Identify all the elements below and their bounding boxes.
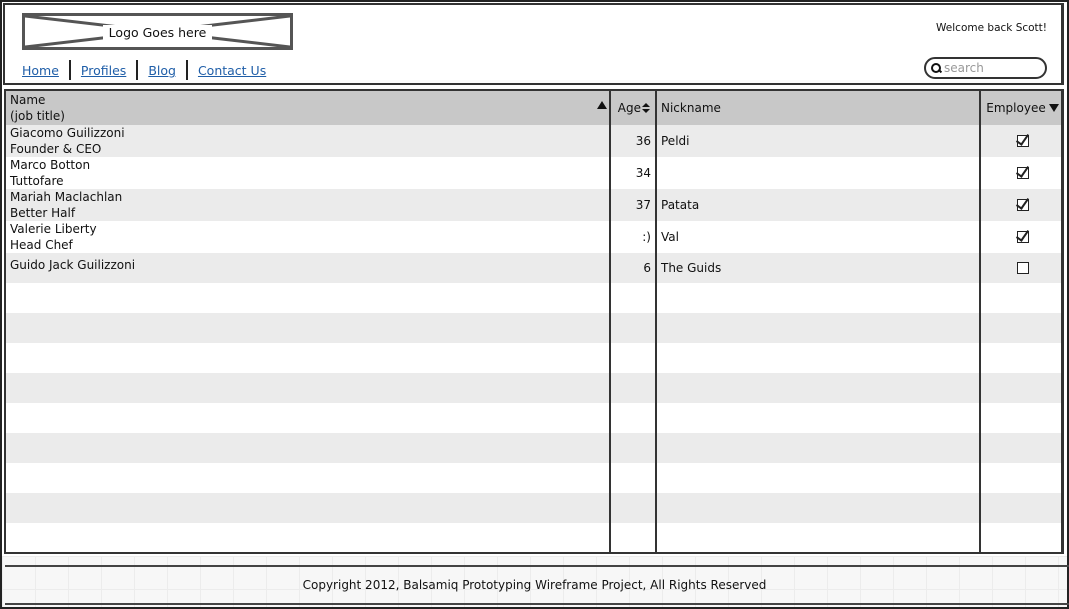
column-header-age-label: Age	[617, 101, 641, 115]
employee-checkbox-checked[interactable]	[1016, 199, 1029, 211]
cell-nickname: The Guids	[661, 261, 722, 275]
cell-age: :)	[642, 230, 651, 244]
cell-nickname: Val	[661, 230, 679, 244]
cell-name: Guido Jack Guilizzoni	[6, 253, 609, 283]
sort-toggle-icon[interactable]	[642, 103, 651, 113]
cell-age: 34	[635, 166, 651, 180]
employee-checkbox-unchecked[interactable]	[1016, 262, 1029, 274]
cell-name: Valerie Liberty Head Chef	[6, 221, 609, 253]
job-title: Tuttofare	[10, 174, 64, 188]
nav-separator	[185, 60, 188, 80]
table-row[interactable]: Guido Jack Guilizzoni 6 The Guids	[6, 253, 1061, 283]
person-name: Valerie Liberty	[10, 222, 97, 236]
cell-age: 36	[635, 134, 651, 148]
column-divider[interactable]	[655, 91, 657, 552]
cell-nickname	[657, 157, 979, 189]
table-row-empty	[6, 403, 1061, 433]
table-row-empty	[6, 373, 1061, 403]
nav-separator	[136, 60, 139, 80]
person-name: Mariah Maclachlan	[10, 190, 123, 204]
employee-checkbox-checked[interactable]	[1016, 231, 1029, 243]
dropdown-arrow-icon[interactable]	[1048, 104, 1059, 112]
person-name: Giacomo Guilizzoni	[10, 126, 125, 140]
search-box[interactable]	[924, 57, 1047, 79]
employee-checkbox-checked[interactable]	[1016, 167, 1029, 179]
nav-link-blog[interactable]: Blog	[148, 63, 182, 78]
page-header: Logo Goes here Home Profiles Blog Contac…	[3, 3, 1064, 85]
footer-top-rule	[5, 565, 1069, 567]
table-row-empty	[6, 313, 1061, 343]
cell-name: Mariah Maclachlan Better Half	[6, 189, 609, 221]
employee-checkbox-checked[interactable]	[1016, 135, 1029, 147]
sort-ascending-icon[interactable]	[597, 101, 607, 109]
table-row-empty	[6, 493, 1061, 523]
person-name: Marco Botton	[10, 158, 91, 172]
column-header-employee[interactable]: Employee	[981, 91, 1061, 125]
cell-nickname: Patata	[661, 198, 700, 212]
table-row-empty	[6, 343, 1061, 373]
job-title: Better Half	[10, 206, 76, 220]
cell-employee	[981, 253, 1061, 283]
cell-employee	[981, 189, 1061, 221]
column-header-employee-label: Employee	[986, 101, 1046, 115]
job-title: Founder & CEO	[10, 142, 102, 156]
nav-link-home[interactable]: Home	[22, 63, 65, 78]
column-header-age[interactable]: Age	[611, 91, 655, 125]
job-title: Head Chef	[10, 238, 73, 252]
column-header-name[interactable]: Name (job title)	[6, 91, 609, 125]
table-row-empty	[6, 283, 1061, 313]
table-header-row: Name (job title) Age Nickname Employee	[6, 91, 1061, 125]
logo-placeholder: Logo Goes here	[22, 13, 293, 50]
cell-employee	[981, 221, 1061, 253]
people-table: Name (job title) Age Nickname Employee G…	[4, 89, 1064, 554]
column-divider[interactable]	[979, 91, 981, 552]
nav-link-contact-us[interactable]: Contact Us	[198, 63, 272, 78]
table-row-empty	[6, 433, 1061, 463]
logo-text: Logo Goes here	[102, 25, 213, 40]
table-row-empty	[6, 463, 1061, 493]
search-icon	[930, 62, 942, 74]
table-row[interactable]: Marco Botton Tuttofare 34	[6, 157, 1061, 189]
cell-name: Marco Botton Tuttofare	[6, 157, 609, 189]
person-name: Guido Jack Guilizzoni	[10, 258, 136, 272]
table-row[interactable]: Mariah Maclachlan Better Half 37 Patata	[6, 189, 1061, 221]
column-header-name-label: Name	[10, 93, 46, 107]
cell-nickname: Peldi	[661, 134, 690, 148]
search-input[interactable]	[944, 61, 1034, 75]
cell-employee	[981, 125, 1061, 157]
nav-link-profiles[interactable]: Profiles	[81, 63, 132, 78]
column-divider[interactable]	[609, 91, 611, 552]
column-header-job-title-label: (job title)	[10, 109, 65, 123]
table-row[interactable]: Giacomo Guilizzoni Founder & CEO 36 Peldi	[6, 125, 1061, 157]
cell-age: 37	[635, 198, 651, 212]
main-nav: Home Profiles Blog Contact Us	[22, 59, 272, 81]
table-row[interactable]: Valerie Liberty Head Chef:) Val	[6, 221, 1061, 253]
cell-name: Giacomo Guilizzoni Founder & CEO	[6, 125, 609, 157]
footer-bottom-rule	[5, 603, 1069, 605]
table-row-empty	[6, 523, 1061, 552]
column-header-nickname-label: Nickname	[661, 101, 721, 115]
cell-age: 6	[643, 261, 651, 275]
column-header-nickname[interactable]: Nickname	[657, 91, 979, 125]
footer-copyright: Copyright 2012, Balsamiq Prototyping Wir…	[302, 578, 767, 592]
welcome-message: Welcome back Scott!	[936, 22, 1047, 34]
cell-employee	[981, 157, 1061, 189]
nav-separator	[68, 60, 71, 80]
